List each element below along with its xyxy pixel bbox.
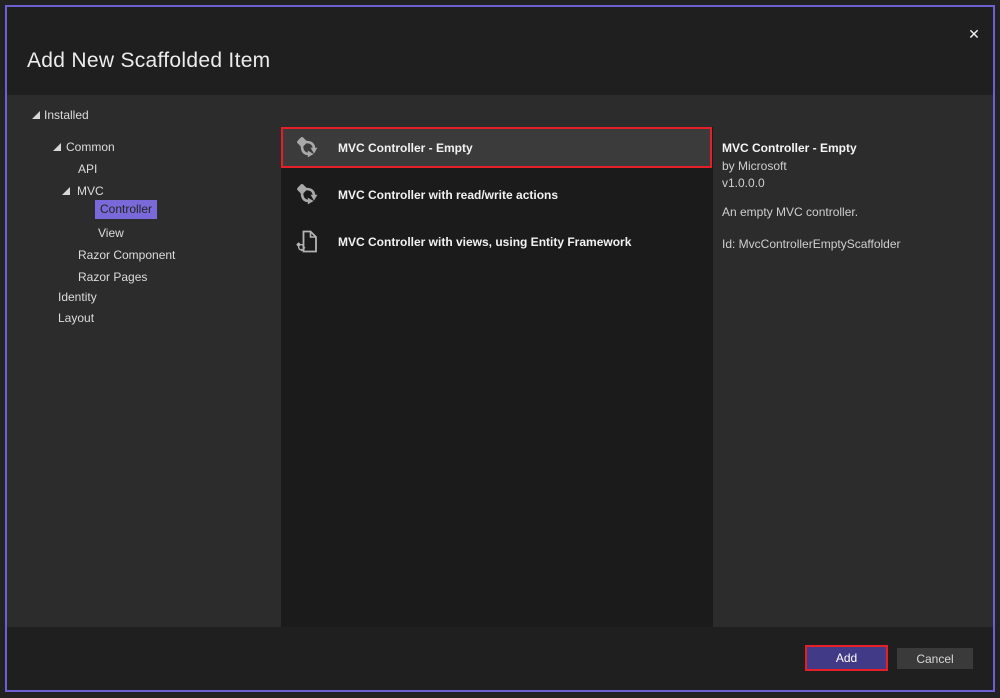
tree-item-razor-pages[interactable]: Razor Pages <box>7 267 281 287</box>
tree-item-razor-component[interactable]: Razor Component <box>7 245 281 265</box>
details-panel <box>713 95 993 627</box>
add-button[interactable]: Add <box>807 647 886 669</box>
add-new-scaffolded-item-dialog: Add New Scaffolded Item ✕ Installed Comm… <box>5 5 995 692</box>
list-item-mvc-controller-views-ef[interactable]: MVC Controller with views, using Entity … <box>281 223 712 260</box>
list-item-mvc-controller-readwrite[interactable]: MVC Controller with read/write actions <box>281 176 712 213</box>
tree-item-label: API <box>78 159 97 179</box>
add-button-highlight: Add <box>805 645 888 671</box>
tree-item-label-selected: Controller <box>95 200 157 219</box>
expander-expanded-icon[interactable] <box>32 111 40 119</box>
details-description: An empty MVC controller. <box>722 205 858 219</box>
details-version: v1.0.0.0 <box>722 176 765 190</box>
tree-item-common[interactable]: Common <box>7 137 281 157</box>
tree-item-label: Common <box>66 137 115 157</box>
tree-item-api[interactable]: API <box>7 159 281 179</box>
tree-item-label: View <box>98 223 124 243</box>
expander-expanded-icon[interactable] <box>62 187 70 195</box>
list-item-label: MVC Controller - Empty <box>338 141 473 155</box>
scaffolder-listbox: MVC Controller - Empty MVC Controller wi… <box>281 127 713 627</box>
tree-item-installed[interactable]: Installed <box>7 105 281 125</box>
tree-item-label: Identity <box>58 287 97 307</box>
tree-item-label: MVC <box>77 181 104 201</box>
details-title: MVC Controller - Empty <box>722 141 857 155</box>
expander-expanded-icon[interactable] <box>53 143 61 151</box>
cancel-button[interactable]: Cancel <box>897 648 973 669</box>
tree-item-view[interactable]: View <box>7 223 281 243</box>
close-button[interactable]: ✕ <box>961 21 987 47</box>
tree-item-label: Installed <box>44 105 89 125</box>
mvc-controller-icon <box>294 181 321 208</box>
tree-item-mvc[interactable]: MVC <box>7 181 281 201</box>
dialog-title: Add New Scaffolded Item <box>27 49 270 73</box>
tree-item-label: Razor Pages <box>78 267 147 287</box>
list-item-label: MVC Controller with views, using Entity … <box>338 235 631 249</box>
close-icon: ✕ <box>968 26 980 43</box>
screen: Add New Scaffolded Item ✕ Installed Comm… <box>0 0 1000 698</box>
ef-controller-views-icon <box>294 228 321 255</box>
list-item-label: MVC Controller with read/write actions <box>338 188 558 202</box>
scaffolder-list-panel: MVC Controller - Empty MVC Controller wi… <box>281 95 713 627</box>
tree-item-controller-selected[interactable]: Controller <box>7 201 281 221</box>
category-tree-panel: Installed Common API MVC Controller View… <box>7 95 281 627</box>
tree-item-label: Razor Component <box>78 245 175 265</box>
tree-item-identity[interactable]: Identity <box>7 287 281 307</box>
tree-item-layout[interactable]: Layout <box>7 308 281 328</box>
tree-item-label: Layout <box>58 308 94 328</box>
mvc-controller-icon <box>294 134 321 161</box>
list-item-mvc-controller-empty[interactable]: MVC Controller - Empty <box>281 127 712 168</box>
details-author: by Microsoft <box>722 159 787 173</box>
details-id: Id: MvcControllerEmptyScaffolder <box>722 237 901 251</box>
